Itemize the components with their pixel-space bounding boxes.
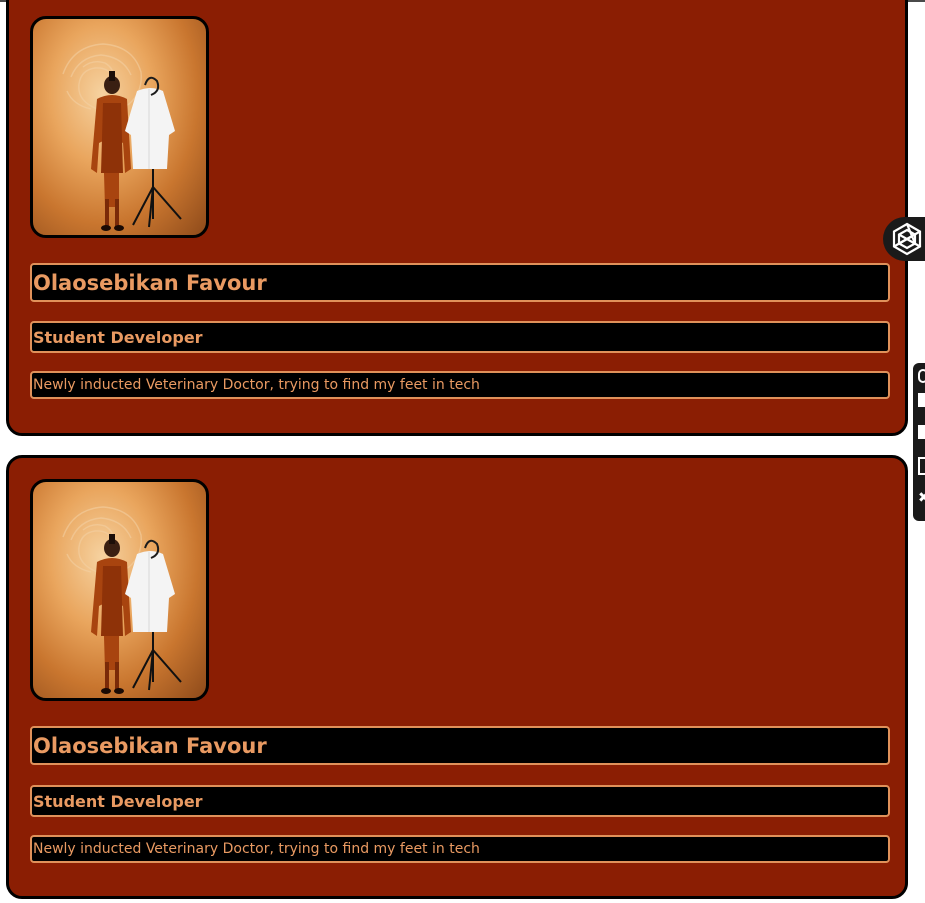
profile-bio: Newly inducted Veterinary Doctor, trying…: [30, 835, 890, 863]
profile-role: Student Developer: [30, 321, 890, 353]
copy-icon[interactable]: [918, 457, 925, 475]
profile-photo: [30, 479, 209, 701]
profile-photo-illustration: [62, 506, 182, 694]
profile-card-2: Olaosebikan Favour Student Developer New…: [6, 455, 908, 899]
profile-photo: [30, 16, 209, 238]
search-icon[interactable]: [918, 369, 925, 383]
side-toolbar: ✖: [913, 363, 925, 521]
square-icon[interactable]: [918, 425, 925, 439]
profile-card-1: Olaosebikan Favour Student Developer New…: [6, 0, 908, 436]
square-icon[interactable]: [918, 393, 925, 407]
profile-bio: Newly inducted Veterinary Doctor, trying…: [30, 371, 890, 399]
close-icon[interactable]: ✖: [918, 491, 925, 505]
profile-photo-illustration: [62, 43, 182, 231]
profile-name: Olaosebikan Favour: [30, 726, 890, 765]
openai-logo-icon: [892, 222, 922, 256]
profile-role: Student Developer: [30, 785, 890, 817]
profile-name: Olaosebikan Favour: [30, 263, 890, 302]
assistant-floating-button[interactable]: [883, 217, 925, 261]
